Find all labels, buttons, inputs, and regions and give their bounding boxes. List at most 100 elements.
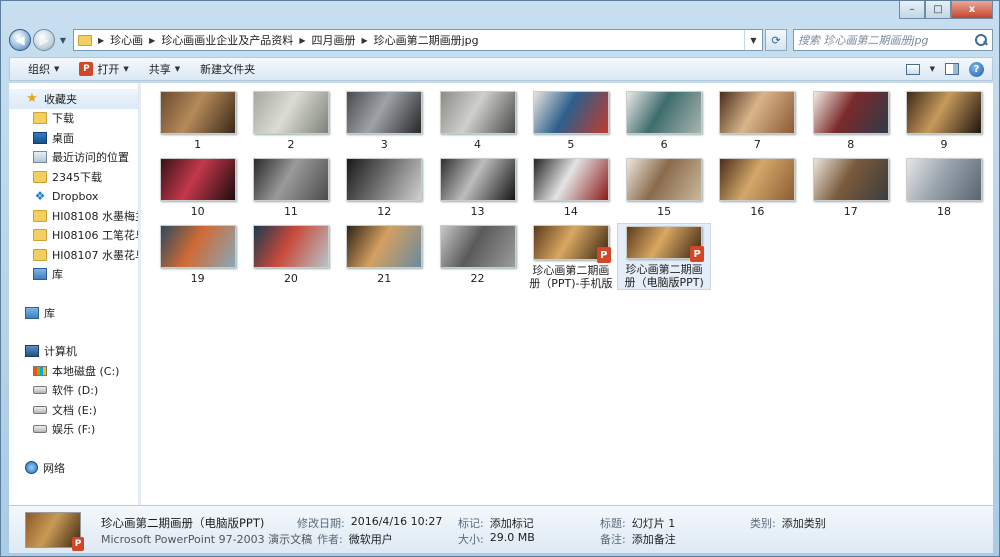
file-tile[interactable]: 16 (711, 156, 804, 223)
author-field: 作者: 微软用户 (317, 531, 393, 547)
file-name: 8 (847, 138, 855, 151)
comments-value[interactable]: 添加备注 (632, 531, 676, 547)
address-bar[interactable]: ▶ 珍心画 ▶ 珍心画画业企业及产品资料 ▶ 四月画册 ▶ 珍心画第二期画册jp… (73, 29, 763, 51)
nav-item-label: 桌面 (52, 131, 74, 145)
tags-value[interactable]: 添加标记 (490, 515, 534, 531)
nav-drive-e[interactable]: 文档 (E:) (9, 400, 138, 420)
file-tile[interactable]: 19 (151, 223, 244, 290)
file-tile[interactable]: 12 (338, 156, 431, 223)
title-value[interactable]: 幻灯片 1 (632, 515, 676, 531)
breadcrumb-0[interactable]: 珍心画 (110, 32, 143, 48)
file-tile[interactable]: 17 (804, 156, 897, 223)
file-tile[interactable]: 2 (244, 89, 337, 156)
file-name: 2 (287, 138, 295, 151)
file-name: 1 (194, 138, 202, 151)
breadcrumb-1[interactable]: 珍心画画业企业及产品资料 (161, 32, 293, 48)
powerpoint-icon: P (79, 62, 94, 76)
chevron-right-icon[interactable]: ▶ (361, 36, 367, 45)
file-tile[interactable]: 4 (431, 89, 524, 156)
category-value[interactable]: 添加类别 (782, 515, 826, 531)
star-icon: ★ (26, 90, 38, 106)
nav-item-downloads[interactable]: 下载 (9, 109, 138, 129)
nav-item-recent-places[interactable]: 最近访问的位置 (9, 148, 138, 168)
nav-network-label: 网络 (43, 461, 65, 475)
nav-item-fav-library[interactable]: 库 (9, 265, 138, 285)
image-thumbnail (159, 158, 236, 201)
file-tile[interactable]: 5 (524, 89, 617, 156)
powerpoint-thumbnail (532, 225, 611, 263)
file-tile[interactable]: 21 (338, 223, 431, 290)
nav-item-label: 库 (52, 268, 63, 282)
forward-button[interactable]: ▶ (33, 29, 55, 51)
file-tile[interactable]: 14 (524, 156, 617, 223)
image-thumbnail (159, 91, 236, 134)
search-icon[interactable] (974, 33, 988, 47)
change-view-icon[interactable] (905, 63, 920, 75)
file-tile[interactable]: 8 (804, 89, 897, 156)
recent-pages-dropdown-icon[interactable]: ▼ (57, 36, 69, 45)
file-tile[interactable]: 15 (617, 156, 710, 223)
new-folder-button[interactable]: 新建文件夹 (190, 59, 265, 79)
author-value[interactable]: 微软用户 (349, 531, 393, 547)
chevron-right-icon[interactable]: ▶ (98, 36, 104, 45)
file-name: 4 (474, 138, 482, 151)
search-input[interactable]: 搜索 珍心画第二期画册jpg (793, 29, 993, 51)
minimize-button[interactable]: – (899, 1, 925, 19)
nav-item-label: 本地磁盘 (C:) (52, 364, 120, 378)
help-icon[interactable]: ? (969, 61, 984, 77)
nav-item-hi08106[interactable]: HI08106 工笔花鸟 (9, 226, 138, 246)
nav-computer[interactable]: 计算机 (9, 342, 138, 362)
organize-label: 组织 (28, 63, 50, 76)
nav-item-label: 娱乐 (F:) (52, 423, 96, 437)
file-tile[interactable]: 18 (897, 156, 990, 223)
file-tile[interactable]: 6 (617, 89, 710, 156)
back-button[interactable]: ◀ (9, 29, 31, 51)
file-tile[interactable]: 1 (151, 89, 244, 156)
refresh-button[interactable]: ⟳ (765, 29, 787, 51)
file-tile[interactable]: 20 (244, 223, 337, 290)
close-button[interactable]: x (951, 1, 993, 19)
image-thumbnail (532, 91, 609, 134)
nav-network[interactable]: 网络 (9, 458, 138, 478)
computer-icon (25, 345, 39, 358)
file-tile[interactable]: 10 (151, 156, 244, 223)
nav-drive-c[interactable]: 本地磁盘 (C:) (9, 361, 138, 381)
search-placeholder: 搜索 珍心画第二期画册jpg (798, 34, 929, 47)
nav-favorites[interactable]: ★ 收藏夹 (9, 89, 138, 109)
file-tile[interactable]: 9 (897, 89, 990, 156)
preview-pane-icon[interactable] (945, 63, 959, 75)
nav-item-label: 软件 (D:) (52, 384, 99, 398)
file-tile[interactable]: 11 (244, 156, 337, 223)
file-tile[interactable]: 7 (711, 89, 804, 156)
nav-item-hi08108[interactable]: HI08108 水墨梅兰竹 (9, 206, 138, 226)
chevron-right-icon[interactable]: ▶ (299, 36, 305, 45)
nav-item-desktop[interactable]: 桌面 (9, 128, 138, 148)
organize-menu[interactable]: 组织 ▼ (18, 59, 69, 79)
chevron-right-icon[interactable]: ▶ (149, 36, 155, 45)
breadcrumb-2[interactable]: 四月画册 (311, 32, 355, 48)
maximize-button[interactable]: □ (925, 1, 951, 19)
comments-key: 备注: (600, 533, 626, 546)
nav-item-dropbox[interactable]: ❖ Dropbox (9, 187, 138, 207)
breadcrumb-3[interactable]: 珍心画第二期画册jpg (374, 32, 479, 48)
nav-libraries[interactable]: 库 (9, 303, 138, 323)
chevron-down-icon[interactable]: ▼ (930, 65, 935, 73)
file-tile[interactable]: 珍心画第二期画册（PPT)-手机版 (524, 223, 617, 290)
nav-drive-f[interactable]: 娱乐 (F:) (9, 420, 138, 440)
file-name: 22 (470, 272, 485, 285)
nav-item-hi08107[interactable]: HI08107 水墨花鸟 (9, 245, 138, 265)
file-tile[interactable]: 3 (338, 89, 431, 156)
open-menu[interactable]: P 打开 ▼ (69, 59, 138, 79)
nav-item-2345-downloads[interactable]: 2345下载 (9, 167, 138, 187)
share-menu[interactable]: 共享 ▼ (139, 59, 190, 79)
new-folder-label: 新建文件夹 (200, 63, 256, 76)
file-tile[interactable]: 22 (431, 223, 524, 290)
address-history-dropdown-icon[interactable]: ▼ (744, 30, 762, 50)
window-controls: – □ x (899, 1, 993, 19)
nav-drive-d[interactable]: 软件 (D:) (9, 381, 138, 401)
image-thumbnail (252, 91, 329, 134)
file-name: 3 (380, 138, 388, 151)
file-tile[interactable]: 珍心画第二期画册（电脑版PPT) (617, 223, 711, 290)
image-thumbnail (812, 91, 889, 134)
file-tile[interactable]: 13 (431, 156, 524, 223)
